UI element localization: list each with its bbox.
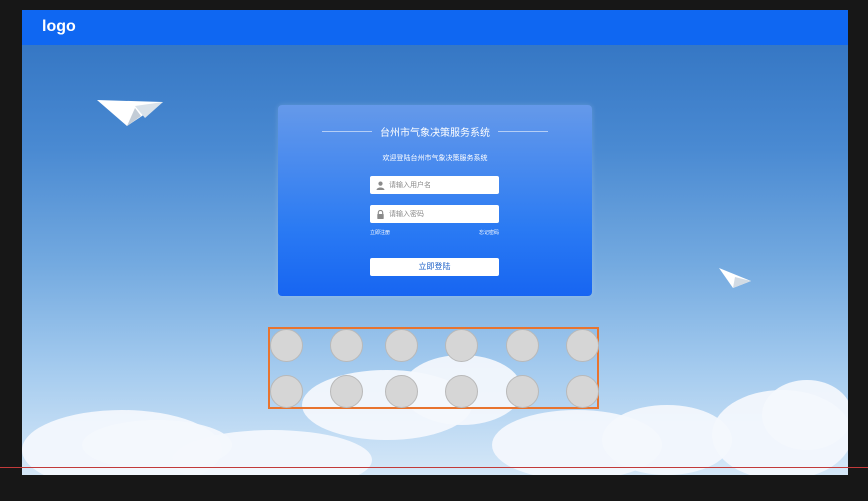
placeholder-circle	[566, 375, 599, 408]
placeholder-circle	[566, 329, 599, 362]
cloud	[762, 380, 848, 450]
login-button[interactable]: 立即登陆	[370, 258, 499, 276]
placeholder-circle	[506, 375, 539, 408]
register-link[interactable]: 立即注册	[370, 229, 390, 236]
paper-plane-icon	[719, 268, 751, 288]
placeholder-circle	[270, 375, 303, 408]
logo[interactable]: logo	[42, 18, 76, 36]
username-input[interactable]: 请输入用户名	[370, 176, 499, 194]
placeholder-circle	[385, 375, 418, 408]
placeholder-circle	[385, 329, 418, 362]
user-icon	[376, 181, 385, 190]
login-title: 台州市气象决策服务系统	[380, 127, 490, 139]
divider	[322, 130, 372, 132]
forgot-password-link[interactable]: 忘记密码	[479, 229, 499, 236]
placeholder-circle	[330, 329, 363, 362]
lock-icon	[376, 209, 385, 219]
placeholder-circle	[270, 329, 303, 362]
username-placeholder: 请输入用户名	[389, 181, 431, 189]
login-title-row: 台州市气象决策服务系统	[322, 124, 548, 139]
placeholder-circle	[506, 329, 539, 362]
paper-plane-icon	[97, 100, 163, 126]
top-bar: logo	[22, 10, 848, 45]
auth-links: 立即注册 忘记密码	[370, 229, 499, 236]
placeholder-circle	[445, 375, 478, 408]
password-placeholder: 请输入密码	[389, 210, 424, 218]
placeholder-circles-box	[268, 327, 599, 409]
login-card: 台州市气象决策服务系统 欢迎登陆台州市气象决策服务系统 请输入用户名 请输入密码…	[278, 105, 592, 296]
page-frame: logo 台州市气象决策服务系统 欢迎登陆台州市气象决策服务系统 请输入用户名 …	[22, 10, 848, 475]
login-subtitle: 欢迎登陆台州市气象决策服务系统	[382, 154, 488, 162]
password-input[interactable]: 请输入密码	[370, 205, 499, 223]
placeholder-circle	[330, 375, 363, 408]
placeholder-circle	[445, 329, 478, 362]
guide-line	[0, 467, 868, 468]
divider	[498, 130, 548, 132]
